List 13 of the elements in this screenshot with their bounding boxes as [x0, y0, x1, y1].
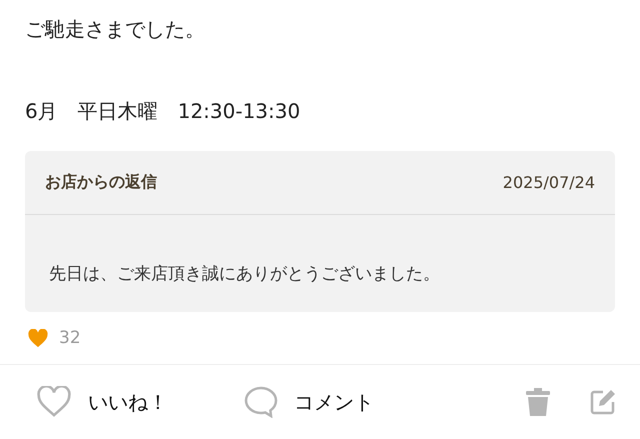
speech-bubble-icon — [244, 386, 278, 418]
reply-title: お店からの返信 — [45, 172, 157, 193]
edit-icon[interactable] — [590, 389, 616, 415]
review-text: ご馳走さまでした。 — [25, 16, 206, 43]
comment-button[interactable]: コメント — [244, 386, 374, 418]
visit-info: 6月 平日木曜 12:30-13:30 — [25, 98, 302, 125]
reply-date: 2025/07/24 — [502, 173, 595, 192]
like-count: 32 — [59, 328, 81, 348]
trash-icon[interactable] — [526, 388, 550, 416]
reply-text: 先日は、ご来店頂き誠にありがとうございました。 — [48, 263, 441, 286]
like-button[interactable]: いいね！ — [36, 386, 168, 418]
heart-icon — [27, 328, 49, 348]
heart-icon — [36, 386, 72, 418]
